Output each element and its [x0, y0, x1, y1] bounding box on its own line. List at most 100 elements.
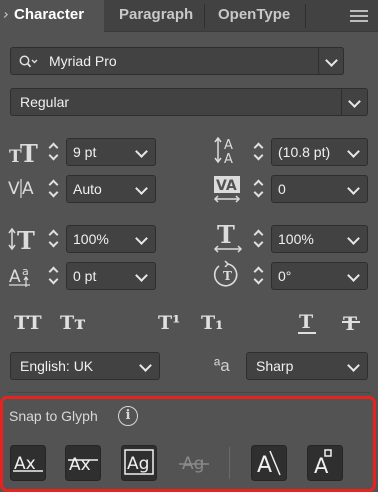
font-style-value: Regular	[20, 94, 70, 110]
glyph-label: Ax	[69, 455, 91, 475]
font-size-value: 9 pt	[73, 144, 97, 160]
kerning-icon: V A	[8, 179, 34, 199]
tab-character[interactable]: Character	[0, 0, 104, 32]
font-size-stepper[interactable]	[47, 139, 61, 165]
baseline-shift-stepper[interactable]	[47, 263, 61, 289]
glyph-button-divider	[229, 447, 230, 479]
tab-paragraph[interactable]: Paragraph	[104, 0, 204, 32]
horizontal-scale-field[interactable]: 100%	[271, 225, 368, 253]
snap-glyph-bounds-button[interactable]: Ag	[121, 445, 157, 481]
tracking-stepper[interactable]	[252, 176, 266, 202]
snap-anchor-point-button[interactable]: A	[307, 445, 343, 481]
chevron-down-icon	[347, 359, 360, 372]
snap-x-height-button[interactable]: Ax	[65, 445, 101, 481]
vertical-scale-field[interactable]: 100%	[66, 225, 156, 253]
vertical-scale-arrow[interactable]	[129, 226, 155, 252]
font-family-value: Myriad Pro	[49, 53, 117, 69]
info-icon[interactable]: i	[118, 406, 138, 426]
font-size-icon: T T	[9, 139, 38, 165]
horizontal-scale-icon: T	[213, 222, 243, 253]
character-rotation-field[interactable]: 0°	[271, 262, 368, 290]
svg-text:T: T	[20, 139, 38, 165]
character-rotation-arrow[interactable]	[341, 263, 367, 289]
font-size-field[interactable]: 9 pt	[66, 138, 156, 166]
glyph-label: A	[257, 453, 272, 478]
all-caps-button[interactable]: TT	[14, 312, 42, 334]
small-caps-button[interactable]: Tт	[60, 312, 86, 334]
superscript-button[interactable]: T¹	[158, 312, 180, 334]
anti-aliasing-dropdown[interactable]: Sharp	[246, 352, 368, 380]
svg-text:A: A	[224, 138, 233, 153]
strikethrough-button[interactable]: T	[340, 311, 362, 335]
baseline-shift-value: 0 pt	[73, 268, 97, 284]
chevron-down-icon	[135, 182, 148, 195]
chevron-down-icon	[139, 359, 152, 372]
svg-text:A: A	[224, 152, 233, 166]
character-rotation-value: 0°	[278, 268, 292, 284]
leading-arrow[interactable]	[341, 139, 367, 165]
chevron-down-icon	[135, 269, 148, 282]
horizontal-scale-value: 100%	[278, 231, 314, 247]
kerning-value: Auto	[73, 181, 102, 197]
kerning-arrow[interactable]	[129, 176, 155, 202]
glyph-label: Ag	[127, 454, 149, 474]
horizontal-scale-arrow[interactable]	[341, 226, 367, 252]
tracking-value: 0	[278, 181, 286, 197]
leading-field[interactable]: (10.8 pt)	[271, 138, 368, 166]
baseline-shift-field[interactable]: 0 pt	[66, 262, 156, 290]
font-family-field[interactable]: Myriad Pro	[10, 47, 344, 75]
chevron-down-icon	[347, 182, 360, 195]
svg-text:T: T	[343, 313, 357, 335]
font-style-dropdown[interactable]: Regular	[10, 88, 368, 116]
baseline-shift-arrow[interactable]	[129, 263, 155, 289]
font-size-arrow[interactable]	[129, 139, 155, 165]
tab-label: Paragraph	[119, 6, 194, 23]
tab-label: Character	[14, 6, 85, 23]
panel-menu-icon[interactable]	[350, 10, 368, 23]
svg-text:VA: VA	[216, 178, 237, 194]
character-rotation-stepper[interactable]	[252, 263, 266, 289]
svg-text:A: A	[22, 179, 34, 199]
snap-angular-guides-button[interactable]: A	[251, 445, 287, 481]
snap-to-glyph-title: Snap to Glyph	[9, 408, 98, 424]
font-style-arrow[interactable]	[341, 89, 367, 115]
subscript-button[interactable]: T₁	[201, 312, 223, 334]
panel-tab-bar: Character Paragraph OpenType	[0, 0, 378, 32]
anti-aliasing-value: Sharp	[256, 358, 294, 374]
vertical-scale-value: 100%	[73, 231, 109, 247]
character-rotation-icon: T	[213, 260, 238, 287]
chevron-down-icon	[325, 54, 338, 67]
glyph-label: A	[314, 454, 329, 478]
font-family-dropdown-button[interactable]	[318, 47, 344, 75]
vertical-scale-icon: T	[8, 226, 35, 252]
vertical-scale-stepper[interactable]	[47, 226, 61, 252]
kerning-stepper[interactable]	[47, 176, 61, 202]
leading-icon: A A	[214, 136, 233, 166]
chevron-down-icon	[348, 95, 361, 108]
underline-button[interactable]: T	[296, 311, 318, 335]
svg-text:T: T	[223, 269, 232, 283]
snap-proximity-guides-button[interactable]: Ag	[176, 445, 212, 481]
language-arrow[interactable]	[133, 353, 159, 379]
leading-stepper[interactable]	[252, 139, 266, 165]
tab-opentype[interactable]: OpenType	[205, 0, 305, 32]
kerning-field[interactable]: Auto	[66, 175, 156, 203]
search-icon[interactable]	[19, 55, 39, 69]
svg-text:A: A	[9, 267, 21, 287]
tracking-arrow[interactable]	[341, 176, 367, 202]
svg-text:T: T	[17, 226, 35, 252]
tracking-field[interactable]: 0	[271, 175, 368, 203]
svg-text:T: T	[299, 311, 313, 333]
snap-baseline-button[interactable]: Ax	[10, 445, 46, 481]
tab-label: OpenType	[218, 6, 291, 23]
horizontal-scale-stepper[interactable]	[252, 226, 266, 252]
tracking-icon: VA	[213, 176, 241, 203]
language-dropdown[interactable]: English: UK	[10, 352, 160, 380]
anti-aliasing-arrow[interactable]	[341, 353, 367, 379]
anti-aliasing-icon: ªa	[214, 356, 230, 375]
tab-divider	[305, 4, 306, 28]
collapse-arrows-icon[interactable]	[2, 12, 8, 18]
language-value: English: UK	[20, 358, 94, 374]
svg-text:V: V	[8, 179, 20, 199]
chevron-down-icon	[347, 145, 360, 158]
